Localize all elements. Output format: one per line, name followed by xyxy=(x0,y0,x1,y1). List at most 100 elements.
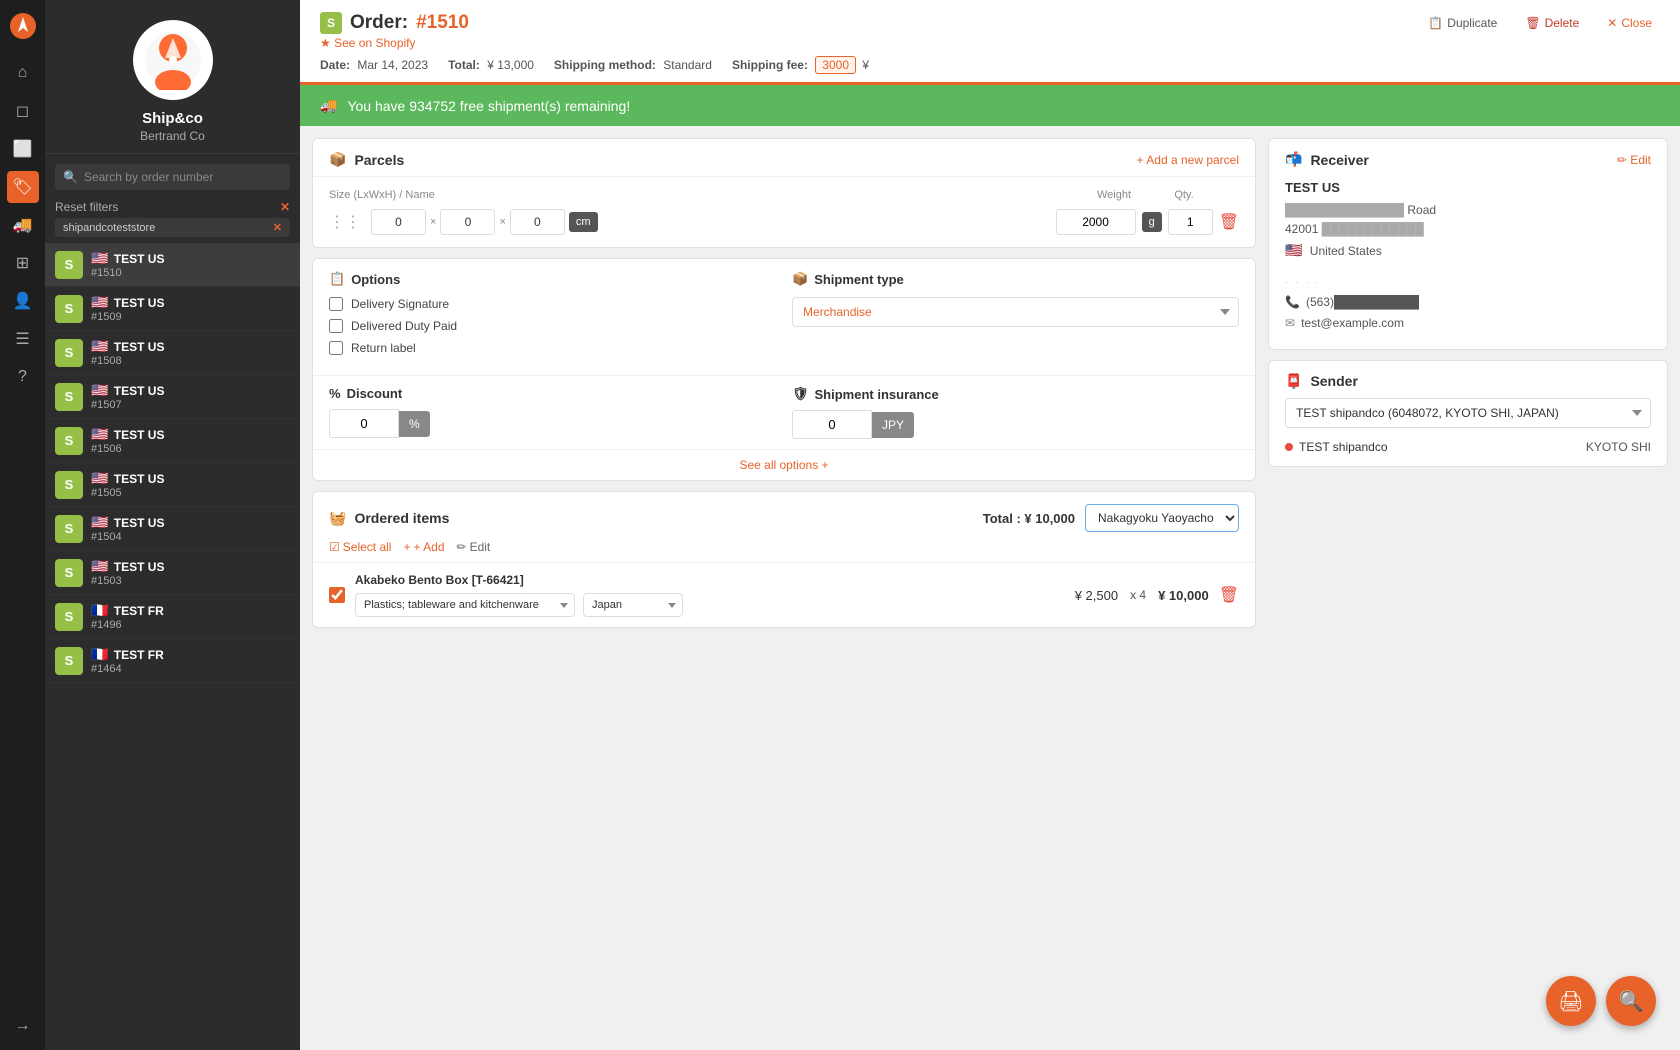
order-num: #1507 xyxy=(91,399,290,411)
parcel-drag-handle[interactable]: ⋮⋮ xyxy=(329,212,361,232)
return-label-row: Return label xyxy=(329,341,776,355)
truck-icon[interactable]: 🚚 xyxy=(7,209,39,241)
order-list: S 🇺🇸 TEST US #1510 S 🇺🇸 TEST US #1509 S … xyxy=(45,243,300,1050)
order-item-1496[interactable]: S 🇫🇷 TEST FR #1496 xyxy=(45,595,300,639)
order-name: 🇺🇸 TEST US xyxy=(91,250,290,267)
order-title: S Order: #1510 xyxy=(320,12,869,34)
item-checkbox[interactable] xyxy=(329,587,345,603)
receiver-edit-btn[interactable]: ✏ Edit xyxy=(1617,153,1651,167)
see-all-options-link[interactable]: See all options + xyxy=(313,449,1255,480)
item-origin-select[interactable]: Japan xyxy=(583,593,683,617)
order-actions: 📋 Duplicate 🗑 Delete ✕ Close xyxy=(1420,12,1660,34)
print-fab-button[interactable]: 🖨 xyxy=(1546,976,1596,1026)
add-icon: + xyxy=(403,540,410,554)
add-item-btn[interactable]: + + Add xyxy=(403,540,444,554)
duplicate-icon: 📋 xyxy=(1428,16,1443,30)
shopify-icon: S xyxy=(55,603,83,631)
dim2-input[interactable] xyxy=(440,209,495,235)
shopify-icon: S xyxy=(55,295,83,323)
qty-input[interactable] xyxy=(1168,209,1213,235)
parcels-card-header: 📦 Parcels + Add a new parcel xyxy=(313,139,1255,177)
dim-sep-1: × xyxy=(430,216,436,228)
order-item-1509[interactable]: S 🇺🇸 TEST US #1509 xyxy=(45,287,300,331)
order-info: 🇺🇸 TEST US #1504 xyxy=(91,514,290,543)
receiver-title-text: Receiver xyxy=(1310,152,1368,168)
insurance-currency-button[interactable]: JPY xyxy=(872,412,914,438)
discount-col: % Discount % xyxy=(329,386,776,439)
basket-icon: 🧺 xyxy=(329,510,346,527)
search-fab-button[interactable]: 🔍 xyxy=(1606,976,1656,1026)
insurance-col: 🛡 Shipment insurance JPY xyxy=(792,386,1239,439)
address-masked2: ████████████ xyxy=(1322,222,1424,236)
order-header: S Order: #1510 See on Shopify Date: Mar … xyxy=(300,0,1680,85)
receiver-name: TEST US xyxy=(1285,180,1651,195)
location-select[interactable]: Nakagyoku Yaoyacho xyxy=(1085,504,1239,532)
insurance-input[interactable] xyxy=(792,410,872,439)
order-num: #1509 xyxy=(91,311,290,323)
duplicate-button[interactable]: 📋 Duplicate xyxy=(1420,12,1505,34)
weight-input[interactable] xyxy=(1056,209,1136,235)
edit-items-btn[interactable]: ✏ Edit xyxy=(457,540,491,554)
order-item-1508[interactable]: S 🇺🇸 TEST US #1508 xyxy=(45,331,300,375)
order-name: 🇫🇷 TEST FR xyxy=(91,602,290,619)
item-name: Akabeko Bento Box [T-66421] xyxy=(355,573,1065,587)
order-item-1464[interactable]: S 🇫🇷 TEST FR #1464 xyxy=(45,639,300,683)
item-category-select[interactable]: Plastics; tableware and kitchenware xyxy=(355,593,575,617)
parcel-delete-button[interactable]: 🗑 xyxy=(1219,212,1239,232)
search-wrap: 🔍 xyxy=(55,164,290,190)
sender-card: 📮 Sender TEST shipandco (6048072, KYOTO … xyxy=(1268,360,1668,467)
close-filter-icon[interactable]: ✕ xyxy=(280,200,290,214)
search-input[interactable] xyxy=(84,170,282,184)
order-item-1506[interactable]: S 🇺🇸 TEST US #1506 xyxy=(45,419,300,463)
delivery-signature-checkbox[interactable] xyxy=(329,297,343,311)
box-icon[interactable]: ◻ xyxy=(7,95,39,127)
sender-select[interactable]: TEST shipandco (6048072, KYOTO SHI, JAPA… xyxy=(1285,398,1651,428)
order-item-1507[interactable]: S 🇺🇸 TEST US #1507 xyxy=(45,375,300,419)
select-all-btn[interactable]: ☑ Select all xyxy=(329,540,391,554)
tag-icon[interactable]: 🏷 xyxy=(7,171,39,203)
discount-unit-button[interactable]: % xyxy=(399,411,430,437)
list-icon[interactable]: ☰ xyxy=(7,323,39,355)
order-item-1504[interactable]: S 🇺🇸 TEST US #1504 xyxy=(45,507,300,551)
order-num: #1508 xyxy=(91,355,290,367)
sender-name-row: TEST shipandco xyxy=(1285,440,1388,454)
delete-button[interactable]: 🗑 Delete xyxy=(1517,12,1587,34)
home-icon[interactable]: ⌂ xyxy=(7,57,39,89)
grid-icon[interactable]: ⊞ xyxy=(7,247,39,279)
ordered-items-header: 🧺 Ordered items Total : ¥ 10,000 Nakagyo… xyxy=(313,492,1255,540)
item-delete-button[interactable]: 🗑 xyxy=(1219,585,1239,605)
order-item-1505[interactable]: S 🇺🇸 TEST US #1505 xyxy=(45,463,300,507)
dim1-input[interactable] xyxy=(371,209,426,235)
see-on-shopify-link[interactable]: See on Shopify xyxy=(320,36,869,50)
fab-group: 🖨 🔍 xyxy=(1546,976,1656,1026)
receiver-contact: · · · · 📞 (563)██████████ ✉ test@example… xyxy=(1285,274,1651,335)
search-icon: 🔍 xyxy=(63,170,78,184)
filter-tag-remove[interactable]: ✕ xyxy=(273,221,282,234)
return-label-checkbox[interactable] xyxy=(329,341,343,355)
logo-icon[interactable] xyxy=(9,12,37,43)
shipment-type-select[interactable]: Merchandise xyxy=(792,297,1239,327)
layers-icon[interactable]: ⬜ xyxy=(7,133,39,165)
ordered-items-title-text: Ordered items xyxy=(354,510,449,526)
logout-icon[interactable]: → xyxy=(7,1010,39,1042)
delivered-duty-paid-checkbox[interactable] xyxy=(329,319,343,333)
people-icon[interactable]: 👤 xyxy=(7,285,39,317)
main-content: S Order: #1510 See on Shopify Date: Mar … xyxy=(300,0,1680,1050)
phone-icon: 📞 xyxy=(1285,292,1300,314)
company-name: Ship&co xyxy=(142,110,203,127)
reset-filters-btn[interactable]: Reset filters xyxy=(55,200,118,214)
edit-label: Edit xyxy=(470,540,491,554)
order-info: 🇺🇸 TEST US #1503 xyxy=(91,558,290,587)
add-parcel-button[interactable]: + Add a new parcel xyxy=(1137,153,1239,167)
shopify-icon: S xyxy=(55,559,83,587)
right-panel: 📬 Receiver ✏ Edit TEST US ██████████████… xyxy=(1268,138,1668,467)
dim3-input[interactable] xyxy=(510,209,565,235)
order-item-1510[interactable]: S 🇺🇸 TEST US #1510 xyxy=(45,243,300,287)
discount-input[interactable] xyxy=(329,409,399,438)
order-item-1503[interactable]: S 🇺🇸 TEST US #1503 xyxy=(45,551,300,595)
order-name: 🇫🇷 TEST FR xyxy=(91,646,290,663)
question-icon[interactable]: ? xyxy=(7,361,39,393)
order-num: #1503 xyxy=(91,575,290,587)
close-button[interactable]: ✕ Close xyxy=(1599,12,1660,34)
options-col: 📋 Options Delivery Signature Delivered D… xyxy=(329,271,776,363)
